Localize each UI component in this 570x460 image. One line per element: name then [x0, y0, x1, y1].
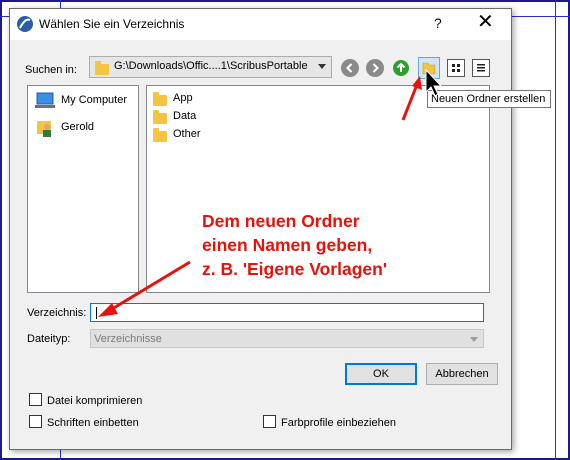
filetype-combobox[interactable]: Verzeichnisse	[90, 329, 484, 348]
compress-checkbox[interactable]	[29, 393, 42, 406]
up-arrow-icon[interactable]	[392, 59, 410, 77]
cancel-button[interactable]: Abbrechen	[426, 363, 498, 385]
chevron-down-icon	[318, 64, 326, 69]
help-button[interactable]: ?	[434, 15, 442, 31]
user-folder-icon	[37, 121, 51, 137]
look-in-path: G:\Downloads\Offic....1\ScribusPortable	[114, 60, 308, 72]
detail-view-icon[interactable]	[472, 59, 490, 77]
directory-input[interactable]	[90, 303, 484, 322]
embed-fonts-option[interactable]: Schriften einbetten	[29, 415, 139, 429]
list-item-label: Data	[173, 110, 197, 122]
title-bar: Wählen Sie ein Verzeichnis ? ✕	[10, 9, 511, 40]
scribus-app-icon	[17, 16, 33, 32]
new-folder-tooltip: Neuen Ordner erstellen	[427, 90, 551, 108]
list-item-label: Other	[173, 128, 201, 140]
color-profiles-label: Farbprofile einbeziehen	[281, 417, 396, 429]
annotation-line: einen Namen geben,	[202, 235, 373, 255]
dialog-title: Wählen Sie ein Verzeichnis	[39, 17, 185, 31]
annotation-line: Dem neuen Ordner	[202, 211, 360, 231]
sidebar-item-label: My Computer	[61, 94, 128, 106]
icon-view-icon[interactable]	[447, 59, 465, 77]
background-line	[555, 0, 556, 460]
new-folder-icon	[422, 62, 436, 75]
folder-icon	[153, 128, 167, 142]
look-in-label: Suchen in:	[25, 64, 77, 76]
list-item-label: App	[173, 92, 193, 104]
text-caret	[96, 307, 97, 319]
compress-option[interactable]: Datei komprimieren	[29, 393, 142, 407]
embed-fonts-label: Schriften einbetten	[47, 417, 139, 429]
filetype-value: Verzeichnisse	[94, 333, 162, 345]
ok-button[interactable]: OK	[345, 363, 417, 385]
color-profiles-checkbox[interactable]	[263, 415, 276, 428]
back-arrow-icon[interactable]	[341, 59, 359, 77]
compress-label: Datei komprimieren	[47, 395, 143, 407]
folder-icon	[153, 110, 167, 124]
chevron-down-icon	[470, 337, 478, 342]
annotation-line: z. B. 'Eigene Vorlagen'	[202, 259, 387, 279]
folder-icon	[153, 92, 167, 106]
new-folder-button[interactable]	[418, 57, 440, 79]
look-in-combobox[interactable]: G:\Downloads\Offic....1\ScribusPortable	[89, 56, 332, 78]
forward-arrow-icon[interactable]	[366, 59, 384, 77]
sidebar-item-label: Gerold	[61, 121, 95, 133]
directory-label: Verzeichnis:	[27, 307, 87, 319]
embed-fonts-checkbox[interactable]	[29, 415, 42, 428]
sidebar-panel: My Computer Gerold	[27, 85, 139, 293]
close-button[interactable]: ✕	[477, 12, 494, 32]
folder-icon	[95, 61, 109, 75]
filetype-label: Dateityp:	[27, 333, 71, 345]
computer-icon	[35, 92, 55, 108]
annotation-text: Dem neuen Ordner einen Namen geben, z. B…	[202, 209, 387, 281]
color-profiles-option[interactable]: Farbprofile einbeziehen	[263, 415, 396, 429]
